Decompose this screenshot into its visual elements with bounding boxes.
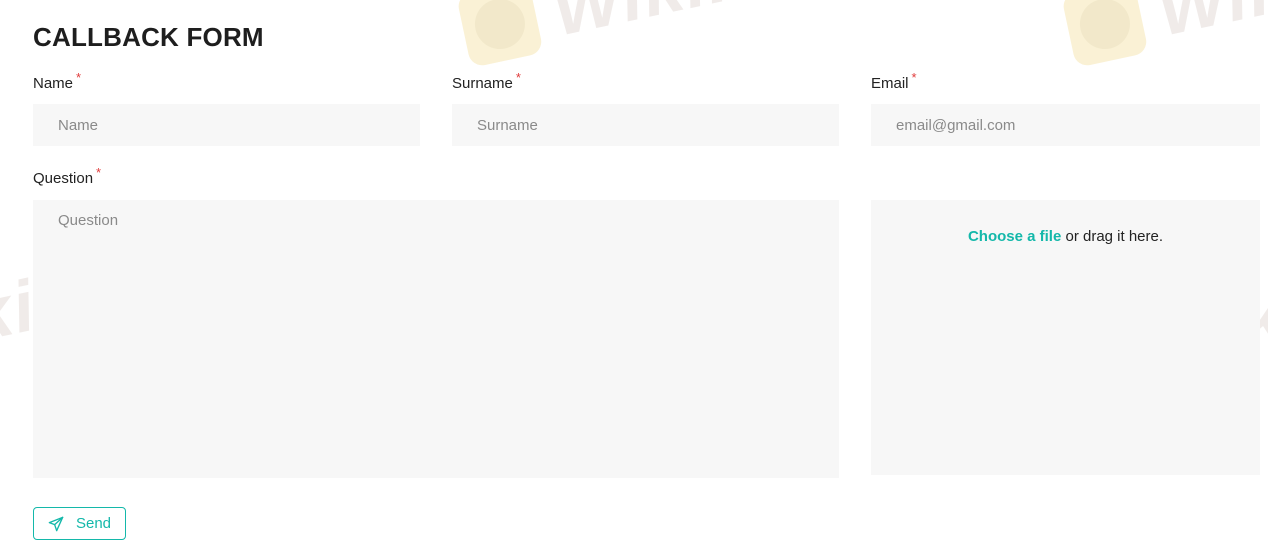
question-textarea[interactable] (33, 200, 839, 478)
file-dropzone[interactable]: Choose a file or drag it here. (871, 200, 1260, 475)
email-input[interactable] (871, 104, 1260, 146)
required-mark: * (76, 70, 82, 85)
question-label: Question * (33, 165, 101, 187)
required-mark: * (911, 70, 917, 85)
paper-plane-icon (48, 516, 64, 532)
watermark: WikiFX (1060, 0, 1268, 72)
question-label-text: Question (33, 170, 94, 187)
email-label-text: Email (871, 75, 909, 92)
watermark: WikiFX (455, 0, 808, 72)
email-label: Email * (871, 70, 917, 92)
watermark-text: WikiFX (1150, 0, 1268, 53)
send-button-label: Send (75, 515, 112, 532)
form-title: CALLBACK FORM (33, 22, 264, 52)
send-button[interactable]: Send (33, 507, 126, 540)
required-mark: * (515, 70, 521, 85)
wikifx-logo-icon (456, 0, 544, 68)
surname-input[interactable] (452, 104, 839, 146)
name-label: Name * (33, 70, 81, 92)
drag-hint-text: or drag it here. (1061, 228, 1164, 245)
name-label-text: Name (33, 75, 74, 92)
watermark-text: WikiFX (545, 0, 808, 53)
choose-file-link[interactable]: Choose a file (968, 228, 1061, 245)
surname-label: Surname * (452, 70, 521, 92)
name-input[interactable] (33, 104, 420, 146)
wikifx-logo-icon (1061, 0, 1149, 68)
required-mark: * (96, 165, 102, 180)
surname-label-text: Surname (452, 75, 513, 92)
